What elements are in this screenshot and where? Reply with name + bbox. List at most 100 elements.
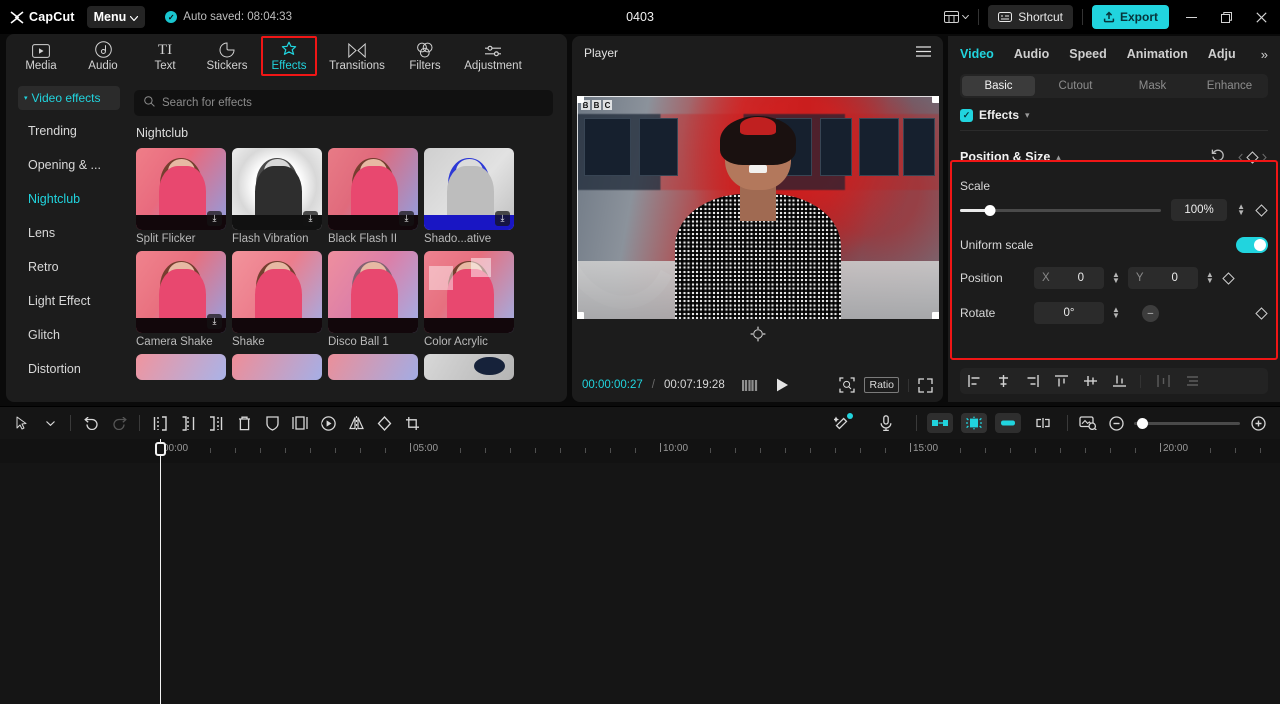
effect-card[interactable]: ⤓ Black Flash II (328, 148, 418, 245)
reverse-icon[interactable] (370, 409, 398, 437)
snap-left-icon[interactable] (927, 413, 953, 433)
scale-slider[interactable] (960, 209, 1161, 212)
play-icon[interactable] (776, 378, 789, 392)
tab-audio[interactable]: Audio (72, 35, 134, 77)
effect-card[interactable] (328, 354, 418, 380)
split-icon[interactable] (174, 409, 202, 437)
keyframe-diamond-icon[interactable] (1255, 204, 1268, 217)
category-opening[interactable]: Opening & ... (6, 148, 128, 182)
align-right-icon[interactable] (1026, 375, 1039, 387)
zoom-fit-icon[interactable] (839, 377, 855, 393)
position-x-stepper[interactable]: ▲▼ (1112, 272, 1120, 284)
category-nightclub[interactable]: Nightclub (6, 182, 128, 216)
zoom-in-icon[interactable] (1244, 409, 1272, 437)
effect-card[interactable]: Color Acrylic (424, 251, 514, 348)
menu-button[interactable]: Menu (87, 6, 146, 28)
category-distortion[interactable]: Distortion (6, 352, 128, 386)
preview-icon[interactable] (1074, 409, 1102, 437)
keyframe-diamond-icon[interactable] (1237, 151, 1268, 164)
playhead[interactable] (160, 439, 161, 704)
effect-card[interactable]: ⤓ Flash Vibration (232, 148, 322, 245)
segment-enhance[interactable]: Enhance (1193, 76, 1266, 96)
chevron-down-icon[interactable] (36, 409, 64, 437)
maximize-button[interactable] (1213, 5, 1239, 29)
timeline-zoom-slider[interactable] (1134, 422, 1240, 425)
crop-frame-icon[interactable] (286, 409, 314, 437)
category-glitch[interactable]: Glitch (6, 318, 128, 352)
effect-card[interactable]: ⤓ Shado...ative (424, 148, 514, 245)
chevron-up-icon[interactable]: ▴ (1056, 152, 1061, 163)
download-icon[interactable]: ⤓ (303, 211, 318, 226)
distribute-h-icon[interactable] (1157, 375, 1170, 387)
rotate-stepper[interactable]: ▲▼ (1112, 307, 1120, 319)
export-button[interactable]: Export (1092, 5, 1169, 29)
timeline-zoom-knob[interactable] (1137, 418, 1148, 429)
download-icon[interactable]: ⤓ (207, 314, 222, 329)
resize-handle-tl[interactable] (577, 96, 584, 103)
tab-animation[interactable]: Animation (1127, 47, 1188, 61)
category-lens[interactable]: Lens (6, 216, 128, 250)
rotate-input[interactable]: 0° (1034, 302, 1104, 324)
position-y-stepper[interactable]: ▲▼ (1206, 272, 1214, 284)
split-right-icon[interactable] (202, 409, 230, 437)
align-bottom-icon[interactable] (1113, 375, 1126, 387)
distribute-v-icon[interactable] (1186, 375, 1199, 387)
magic-wand-icon[interactable] (828, 409, 856, 437)
effect-card[interactable] (136, 354, 226, 380)
link-icon[interactable] (1029, 409, 1057, 437)
snap-right-icon[interactable] (995, 413, 1021, 433)
video-preview[interactable]: BBC (577, 96, 939, 319)
select-arrow-icon[interactable] (8, 409, 36, 437)
fullscreen-icon[interactable] (918, 378, 933, 393)
tab-text[interactable]: TI Text (134, 35, 196, 77)
position-y-input[interactable]: Y 0 (1128, 267, 1198, 289)
effect-card[interactable]: ⤓ Split Flicker (136, 148, 226, 245)
delete-icon[interactable] (230, 409, 258, 437)
search-input[interactable]: Search for effects (134, 90, 553, 116)
more-tabs-icon[interactable]: » (1261, 47, 1268, 62)
timeline-ruler[interactable]: 00:00 05:00 10:00 15:00 20:00 (0, 439, 1280, 463)
keyframe-diamond-icon[interactable] (1222, 272, 1235, 285)
keyframe-diamond-icon[interactable] (1255, 307, 1268, 320)
tab-media[interactable]: Media (10, 35, 72, 77)
frames-icon[interactable] (742, 379, 759, 392)
mask-icon[interactable] (258, 409, 286, 437)
snap-magnet-icon[interactable] (961, 413, 987, 433)
reset-icon[interactable] (1211, 148, 1225, 167)
resize-handle-br[interactable] (932, 312, 939, 319)
layout-button[interactable] (944, 11, 969, 23)
resize-handle-tr[interactable] (932, 96, 939, 103)
resize-handle-bl[interactable] (577, 312, 584, 319)
category-trending[interactable]: Trending (6, 114, 128, 148)
tab-speed[interactable]: Speed (1069, 47, 1107, 61)
close-button[interactable] (1248, 5, 1274, 29)
rotate-reset-icon[interactable] (572, 326, 943, 342)
mirror-icon[interactable] (342, 409, 370, 437)
effect-card[interactable]: Shake (232, 251, 322, 348)
effect-card[interactable]: Disco Ball 1 (328, 251, 418, 348)
align-center-v-icon[interactable] (1084, 375, 1097, 387)
tab-adjust[interactable]: Adju (1208, 47, 1236, 61)
segment-mask[interactable]: Mask (1116, 76, 1189, 96)
effect-card[interactable] (424, 354, 514, 380)
align-top-icon[interactable] (1055, 375, 1068, 387)
speed-icon[interactable] (314, 409, 342, 437)
effect-card[interactable]: ⤓ Camera Shake (136, 251, 226, 348)
minimize-button[interactable] (1178, 5, 1204, 29)
download-icon[interactable]: ⤓ (495, 211, 510, 226)
undo-icon[interactable] (77, 409, 105, 437)
align-left-icon[interactable] (968, 375, 981, 387)
ratio-button[interactable]: Ratio (864, 377, 899, 393)
shortcut-button[interactable]: Shortcut (988, 5, 1073, 29)
split-left-icon[interactable] (146, 409, 174, 437)
scale-stepper[interactable]: ▲▼ (1237, 204, 1245, 216)
uniform-scale-toggle[interactable] (1236, 237, 1268, 253)
download-icon[interactable]: ⤓ (399, 211, 414, 226)
scale-slider-knob[interactable] (985, 205, 996, 216)
download-icon[interactable]: ⤓ (207, 211, 222, 226)
effect-card[interactable] (232, 354, 322, 380)
category-light-effect[interactable]: Light Effect (6, 284, 128, 318)
effects-checkbox[interactable]: ✓ (960, 109, 973, 122)
tab-stickers[interactable]: Stickers (196, 35, 258, 77)
tab-adjustment[interactable]: Adjustment (456, 35, 530, 77)
